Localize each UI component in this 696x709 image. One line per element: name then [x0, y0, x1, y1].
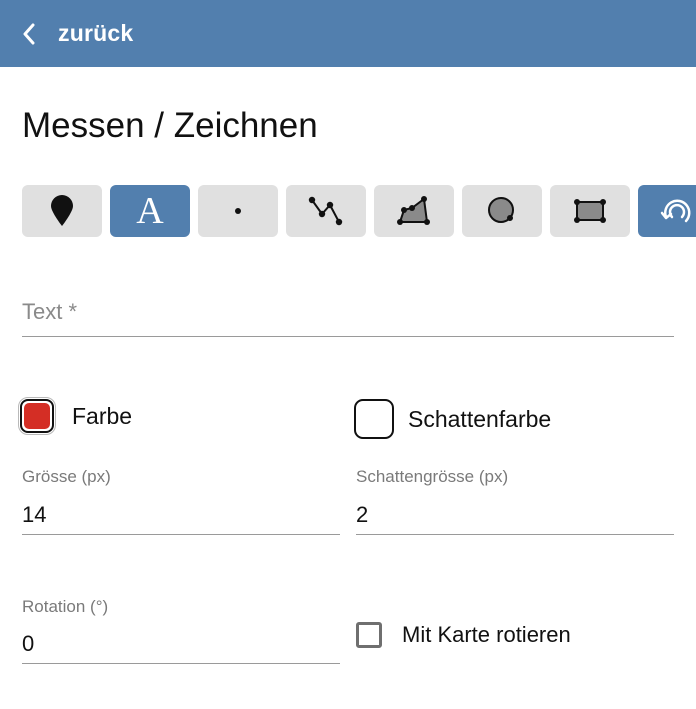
rectangle-icon	[572, 197, 608, 225]
text-input[interactable]	[22, 290, 674, 334]
rotate-with-map-checkbox[interactable]	[356, 622, 382, 648]
point-icon	[233, 206, 243, 216]
text-icon: A	[136, 190, 164, 232]
tool-rectangle[interactable]	[550, 185, 630, 237]
rotate-icon	[660, 195, 696, 227]
tool-rotate[interactable]	[638, 185, 696, 237]
tool-point[interactable]	[198, 185, 278, 237]
back-button[interactable]: zurück	[0, 0, 133, 67]
tool-polygon[interactable]	[374, 185, 454, 237]
back-label: zurück	[58, 20, 134, 46]
shadow-color-swatch-fill	[361, 406, 387, 432]
tool-text[interactable]: A	[110, 185, 190, 237]
rotation-field: Rotation (°)	[22, 597, 340, 664]
rotate-with-map-option[interactable]: Mit Karte rotieren	[356, 622, 571, 648]
rotate-with-map-label: Mit Karte rotieren	[402, 622, 571, 647]
tool-circle[interactable]	[462, 185, 542, 237]
size-field: Grösse (px)	[22, 467, 340, 535]
rotation-input[interactable]	[22, 631, 340, 657]
marker-icon	[49, 195, 75, 227]
shadow-size-field: Schattengrösse (px)	[356, 467, 674, 535]
shadow-color-label: Schattenfarbe	[408, 405, 552, 432]
shadow-size-label: Schattengrösse (px)	[356, 467, 509, 486]
rotation-label: Rotation (°)	[22, 597, 109, 616]
color-label: Farbe	[72, 402, 133, 429]
chevron-left-icon	[22, 23, 36, 45]
size-label: Grösse (px)	[22, 467, 111, 486]
color-picker[interactable]: Farbe	[18, 397, 133, 435]
line-icon	[308, 195, 344, 227]
page-title: Messen / Zeichnen	[22, 106, 318, 145]
shadow-color-picker[interactable]: Schattenfarbe	[354, 399, 551, 439]
size-input[interactable]	[22, 502, 340, 528]
drawing-toolbar: A	[22, 185, 696, 237]
shadow-size-input[interactable]	[356, 502, 674, 528]
shadow-color-swatch[interactable]	[354, 399, 394, 439]
circle-icon	[486, 195, 518, 227]
text-field-wrapper	[22, 290, 674, 337]
color-swatch[interactable]	[18, 397, 56, 435]
color-swatch-fill	[24, 403, 50, 429]
tool-line[interactable]	[286, 185, 366, 237]
polygon-icon	[396, 195, 432, 227]
header-bar: zurück	[0, 0, 696, 67]
tool-marker[interactable]	[22, 185, 102, 237]
